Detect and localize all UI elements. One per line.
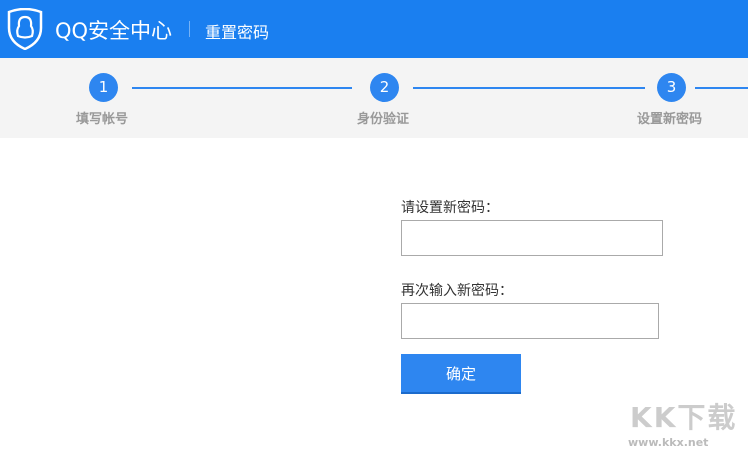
progress-steps: 1 2 3 填写帐号 身份验证 设置新密码 bbox=[0, 58, 748, 138]
divider bbox=[189, 21, 190, 37]
watermark-url: www.kkx.net bbox=[628, 436, 709, 449]
submit-button[interactable]: 确定 bbox=[401, 354, 521, 394]
qq-shield-logo-icon bbox=[7, 8, 43, 50]
step-connector bbox=[695, 87, 748, 89]
step-1-circle: 1 bbox=[89, 73, 118, 102]
step-2-label: 身份验证 bbox=[357, 112, 410, 127]
step-2-circle: 2 bbox=[370, 73, 399, 102]
page-title: 重置密码 bbox=[205, 23, 270, 42]
brand-title: QQ安全中心 bbox=[55, 19, 173, 43]
step-3-label: 设置新密码 bbox=[637, 112, 703, 127]
step-connector bbox=[132, 87, 352, 89]
confirm-password-input[interactable] bbox=[401, 303, 659, 339]
watermark-logo: KK下载 bbox=[630, 401, 738, 434]
new-password-label: 请设置新密码： bbox=[401, 200, 499, 216]
confirm-password-label: 再次输入新密码： bbox=[401, 283, 513, 299]
header: QQ安全中心 重置密码 bbox=[0, 0, 748, 58]
step-connector bbox=[413, 87, 645, 89]
step-1-label: 填写帐号 bbox=[76, 112, 129, 127]
step-3-circle: 3 bbox=[657, 73, 686, 102]
new-password-input[interactable] bbox=[401, 220, 663, 256]
